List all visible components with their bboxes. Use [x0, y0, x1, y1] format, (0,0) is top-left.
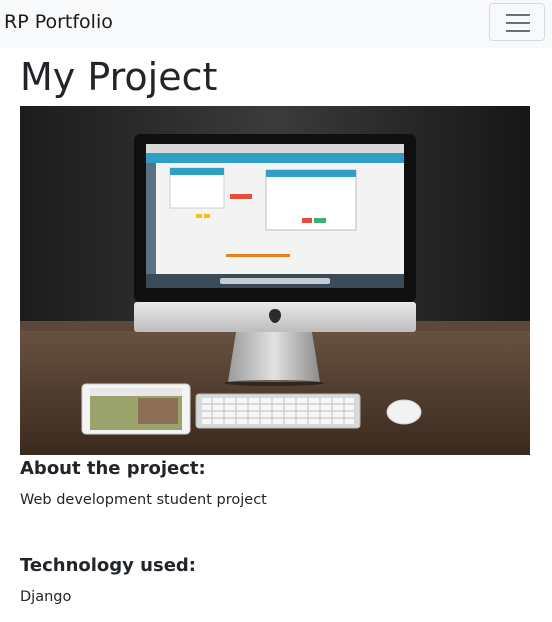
project-image [20, 106, 530, 455]
page-title: My Project [20, 55, 218, 99]
technology-heading: Technology used: [20, 555, 197, 576]
navbar: RP Portfolio [0, 0, 552, 48]
hamburger-menu-icon [506, 14, 530, 32]
navbar-toggler-button[interactable] [489, 3, 545, 41]
about-text: Web development student project [20, 492, 267, 508]
technology-text: Django [20, 589, 72, 605]
about-heading: About the project: [20, 458, 206, 479]
navbar-brand[interactable]: RP Portfolio [4, 11, 113, 33]
